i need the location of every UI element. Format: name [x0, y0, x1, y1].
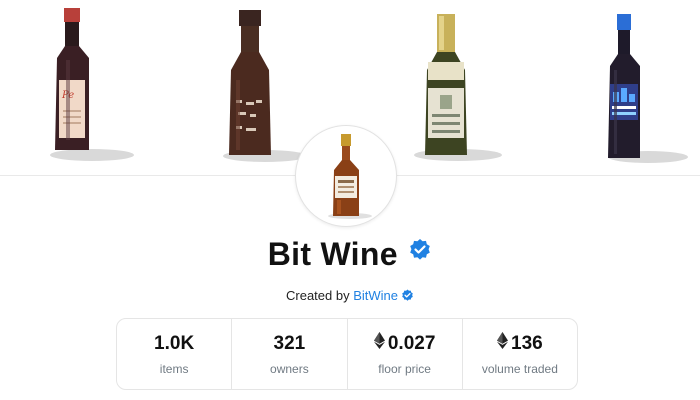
created-by-label: Created by	[286, 288, 354, 303]
stat-value: 321	[274, 333, 306, 355]
verified-badge-icon	[408, 238, 432, 267]
wine-bottle-3	[414, 14, 502, 161]
stat-items-value: 1.0K	[154, 332, 195, 354]
stat-owners-value: 321	[273, 332, 306, 354]
creator-link[interactable]: BitWine	[353, 288, 398, 303]
collection-title: Bit Wine	[267, 236, 398, 272]
stat-floor-price-label: floor price	[378, 362, 431, 376]
ethereum-icon	[497, 332, 509, 355]
wine-bottle-2	[223, 10, 307, 162]
collection-avatar	[295, 125, 397, 227]
creator-verified-badge-icon	[401, 289, 414, 305]
stat-volume-traded-value: 136	[511, 332, 543, 354]
stat-items-label: items	[159, 361, 189, 376]
stat-value: 0.027	[373, 332, 436, 355]
collection-stats: 1.0K items 321 owners 0.027 floor price	[116, 318, 578, 390]
stat-floor-price[interactable]: 0.027 floor price	[348, 319, 463, 389]
stat-owners-label: owners	[270, 361, 309, 376]
avatar-bottle-image	[328, 134, 372, 219]
stat-volume-traded[interactable]: 136 volume traded	[463, 319, 577, 389]
stat-volume-traded-label: volume traded	[481, 362, 558, 376]
wine-bottle-1: Pe	[50, 8, 134, 161]
stat-items[interactable]: 1.0K items	[117, 319, 233, 389]
created-by-row: Created by BitWine	[0, 288, 700, 305]
collection-title-row: Bit Wine	[0, 236, 700, 273]
stat-owners[interactable]: 321 owners	[232, 319, 348, 389]
stat-value: 1.0K	[154, 333, 194, 355]
stat-floor-price-value: 0.027	[387, 332, 436, 354]
wine-bottle-4	[608, 14, 688, 163]
ethereum-icon	[373, 332, 385, 355]
stat-value: 136	[497, 332, 543, 355]
